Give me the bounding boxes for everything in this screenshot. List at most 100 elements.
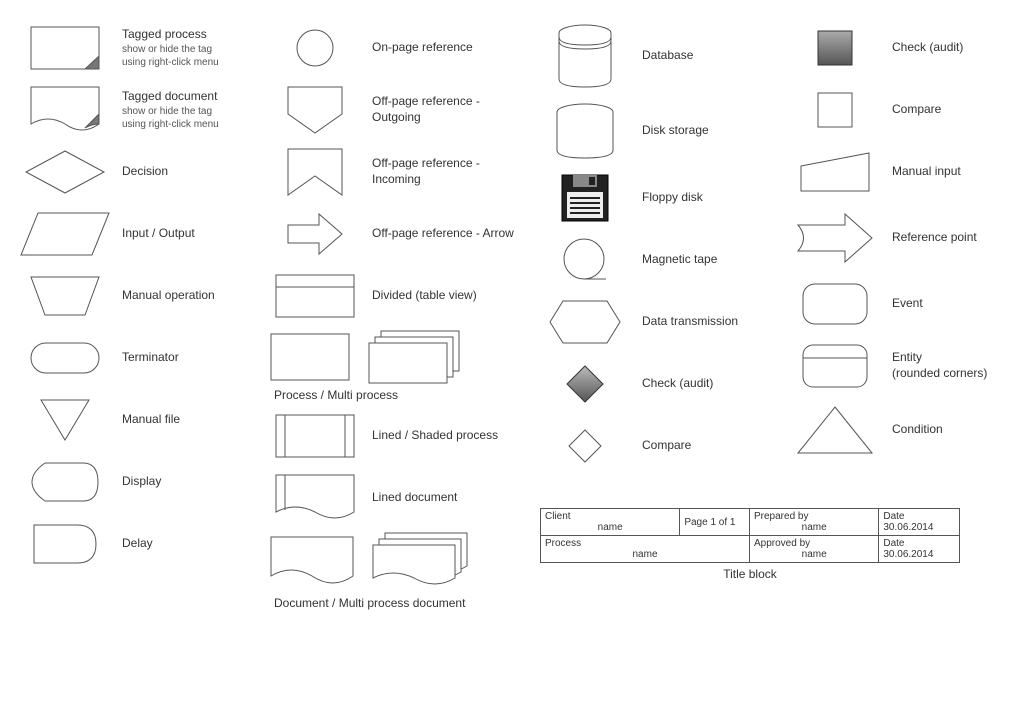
triangle-down-icon <box>40 399 90 441</box>
label: Manual operation <box>122 288 215 304</box>
multi-process-icon <box>368 330 464 384</box>
item-reference-point: Reference point <box>790 206 1030 270</box>
disk-storage-icon <box>555 103 615 159</box>
label: Check (audit) <box>642 376 713 392</box>
reference-arrow-icon <box>797 213 873 263</box>
document-icon <box>270 536 354 588</box>
item-magnetic-tape: Magnetic tape <box>540 232 780 288</box>
item-delay: Delay <box>20 516 260 572</box>
item-offpage-arrow: Off-page reference - Arrow <box>270 206 530 262</box>
sub: show or hide the tag <box>122 105 219 118</box>
triangle-up-icon <box>797 406 873 454</box>
arrow-right-icon <box>287 213 343 255</box>
circle-icon <box>295 28 335 68</box>
terminator-icon <box>30 342 100 374</box>
label: Document / Multi process document <box>270 596 530 610</box>
label: Check (audit) <box>892 40 963 56</box>
label: Disk storage <box>642 123 709 139</box>
item-data-transmission: Data transmission <box>540 294 780 350</box>
compare-square-icon <box>817 92 853 128</box>
check-audit-icon <box>566 365 604 403</box>
manual-input-icon <box>800 152 870 192</box>
item-entity: Entity (rounded corners) <box>790 338 1030 394</box>
check-audit-square-icon <box>817 30 853 66</box>
label: Magnetic tape <box>642 252 717 268</box>
item-manual-file: Manual file <box>20 392 260 448</box>
display-icon <box>31 462 99 502</box>
item-decision: Decision <box>20 144 260 200</box>
multi-document-icon <box>372 532 472 592</box>
event-icon <box>802 283 868 325</box>
item-tagged-process: Tagged process show or hide the tag usin… <box>20 20 260 76</box>
tb-client-label: Client <box>545 511 675 522</box>
item-display: Display <box>20 454 260 510</box>
tb-process-label: Process <box>545 538 745 549</box>
parallelogram-icon <box>20 212 110 256</box>
label: Off-page reference - Outgoing <box>372 94 530 125</box>
entity-icon <box>802 344 868 388</box>
lined-process-icon <box>275 414 355 458</box>
label: Tagged process <box>122 27 219 43</box>
label: Manual file <box>122 412 180 428</box>
process-icon <box>270 333 350 381</box>
item-condition: Condition <box>790 400 1030 460</box>
label: Floppy disk <box>642 190 703 206</box>
item-offpage-outgoing: Off-page reference - Outgoing <box>270 82 530 138</box>
label: Input / Output <box>122 226 195 242</box>
item-manual-operation: Manual operation <box>20 268 260 324</box>
item-event: Event <box>790 276 1030 332</box>
label: Tagged document <box>122 89 219 105</box>
database-icon <box>557 24 613 88</box>
floppy-disk-icon <box>561 174 609 222</box>
label: Data transmission <box>642 314 738 330</box>
divided-icon <box>275 274 355 318</box>
label: Event <box>892 296 923 312</box>
delay-icon <box>33 524 97 564</box>
tagged-process-icon <box>30 26 100 70</box>
sub: using right-click menu <box>122 56 219 69</box>
tb-client-value: name <box>545 522 675 533</box>
item-manual-input: Manual input <box>790 144 1030 200</box>
tb-process-value: name <box>545 549 745 560</box>
item-tagged-document: Tagged document show or hide the tag usi… <box>20 82 260 138</box>
label: Decision <box>122 164 168 180</box>
item-lined-document: Lined document <box>270 470 530 526</box>
item-process-multi: Process / Multi process <box>270 330 530 402</box>
item-lined-shaded: Lined / Shaded process <box>270 408 530 464</box>
item-input-output: Input / Output <box>20 206 260 262</box>
label: Entity <box>892 350 987 366</box>
item-floppy: Floppy disk <box>540 170 780 226</box>
item-check-audit-3: Check (audit) <box>540 356 780 412</box>
label: Compare <box>892 102 941 118</box>
label: Divided (table view) <box>372 288 477 304</box>
label: Manual input <box>892 164 961 180</box>
label: Compare <box>642 438 691 454</box>
sub: using right-click menu <box>122 118 219 131</box>
item-check-audit-4: Check (audit) <box>790 20 1030 76</box>
hexagon-icon <box>549 300 621 344</box>
label: Terminator <box>122 350 179 366</box>
item-document-multi: Document / Multi process document <box>270 532 530 610</box>
item-divided: Divided (table view) <box>270 268 530 324</box>
label: Lined document <box>372 490 457 506</box>
label: Lined / Shaded process <box>372 428 498 444</box>
label: Off-page reference - Arrow <box>372 226 514 242</box>
lined-document-icon <box>275 474 355 522</box>
item-database: Database <box>540 20 780 92</box>
item-terminator: Terminator <box>20 330 260 386</box>
item-disk-storage: Disk storage <box>540 98 780 164</box>
decision-icon <box>25 150 105 194</box>
label: Off-page reference - Incoming <box>372 156 530 187</box>
label: On-page reference <box>372 40 473 56</box>
item-compare-4: Compare <box>790 82 1030 138</box>
item-compare-3: Compare <box>540 418 780 474</box>
offpage-in-icon <box>287 148 343 196</box>
shape-legend-grid: Tagged process show or hide the tag usin… <box>20 20 1013 610</box>
offpage-out-icon <box>287 86 343 134</box>
label: Database <box>642 48 693 64</box>
magnetic-tape-icon <box>562 237 608 283</box>
tagged-document-icon <box>30 86 100 134</box>
tb-page: Page 1 of 1 <box>684 517 745 528</box>
label: Process / Multi process <box>270 388 530 402</box>
label: Condition <box>892 422 943 438</box>
